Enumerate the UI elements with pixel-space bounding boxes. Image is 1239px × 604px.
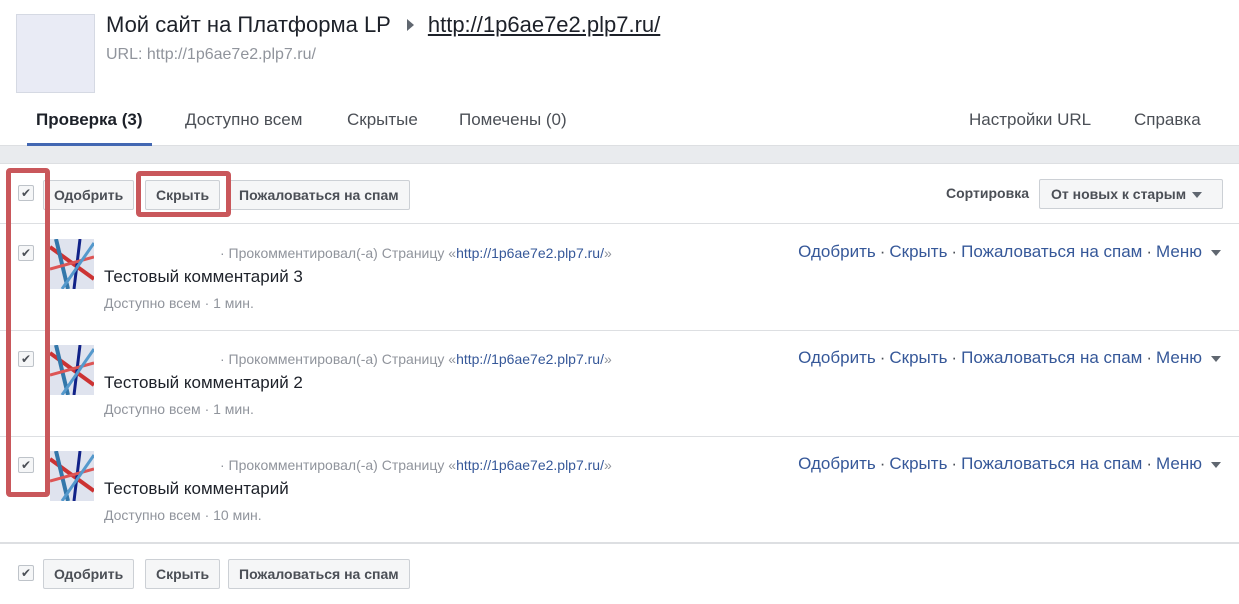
separator: · bbox=[879, 242, 886, 261]
comment-meta-prefix: · Прокомментировал(-а) Страницу « bbox=[220, 351, 457, 367]
comment-checkbox[interactable]: ✔ bbox=[18, 245, 34, 261]
comment-hide-link[interactable]: Скрыть bbox=[889, 454, 947, 473]
bottom-toolbar: ✔ Одобрить Скрыть Пожаловаться на спам bbox=[0, 543, 1239, 604]
commented-page-link[interactable]: http://1p6ae7e2.plp7.ru/ bbox=[456, 351, 604, 367]
separator: · bbox=[1146, 348, 1153, 367]
tab-review[interactable]: Проверка (3) bbox=[27, 100, 151, 146]
avatar bbox=[50, 345, 94, 395]
separator: · bbox=[1146, 242, 1153, 261]
commented-page-link[interactable]: http://1p6ae7e2.plp7.ru/ bbox=[456, 457, 604, 473]
comment-checkbox[interactable]: ✔ bbox=[18, 457, 34, 473]
report-spam-button[interactable]: Пожаловаться на спам bbox=[228, 180, 410, 210]
tab-help[interactable]: Справка bbox=[1134, 100, 1201, 146]
comment-actions: Одобрить · Скрыть · Пожаловаться на спам · Мен… bbox=[798, 454, 1221, 474]
tab-url-settings[interactable]: Настройки URL bbox=[969, 100, 1091, 146]
comment-approve-link[interactable]: Одобрить bbox=[798, 348, 876, 367]
comment-meta-prefix: · Прокомментировал(-а) Страницу « bbox=[220, 457, 457, 473]
select-all-checkbox[interactable]: ✔ bbox=[18, 185, 34, 201]
site-link[interactable]: http://1p6ae7e2.plp7.ru/ bbox=[428, 12, 660, 38]
avatar bbox=[50, 451, 94, 501]
comment-meta-suffix: » bbox=[603, 245, 612, 261]
site-thumbnail bbox=[16, 14, 95, 93]
separator: · bbox=[879, 348, 886, 367]
comment-approve-link[interactable]: Одобрить bbox=[798, 242, 876, 261]
comment-row: ✔ · Прокомментировал(-а) Страницу «http:… bbox=[0, 331, 1239, 437]
comment-status: Доступно всем · 1 мин. bbox=[104, 401, 254, 417]
avatar bbox=[50, 239, 94, 289]
comment-spam-link[interactable]: Пожаловаться на спам bbox=[961, 348, 1142, 367]
chevron-down-icon[interactable] bbox=[1211, 355, 1221, 362]
comment-meta-suffix: » bbox=[603, 351, 612, 367]
comment-spam-link[interactable]: Пожаловаться на спам bbox=[961, 242, 1142, 261]
site-title: Мой сайт на Платформа LP http://1p6ae7e2… bbox=[106, 12, 660, 38]
comment-meta-prefix: · Прокомментировал(-а) Страницу « bbox=[220, 245, 457, 261]
comment-status: Доступно всем · 1 мин. bbox=[104, 295, 254, 311]
separator: · bbox=[951, 348, 958, 367]
comment-checkbox[interactable]: ✔ bbox=[18, 351, 34, 367]
comment-text: Тестовый комментарий 2 bbox=[104, 373, 303, 392]
page-header: Мой сайт на Платформа LP http://1p6ae7e2… bbox=[0, 0, 1239, 146]
report-spam-button-bottom[interactable]: Пожаловаться на спам bbox=[228, 559, 410, 589]
comment-row: ✔ · Прокомментировал(-а) Страницу «http:… bbox=[0, 225, 1239, 331]
chevron-down-icon bbox=[1192, 192, 1203, 199]
tab-bar: Проверка (3) Доступно всем Скрытые Помеч… bbox=[0, 100, 1239, 146]
separator: · bbox=[951, 454, 958, 473]
comment-status: Доступно всем · 10 мин. bbox=[104, 507, 262, 523]
separator: · bbox=[951, 242, 958, 261]
comment-actions: Одобрить · Скрыть · Пожаловаться на спам · Мен… bbox=[798, 242, 1221, 262]
comment-menu-link[interactable]: Меню bbox=[1156, 242, 1202, 261]
comment-menu-link[interactable]: Меню bbox=[1156, 348, 1202, 367]
comment-menu-link[interactable]: Меню bbox=[1156, 454, 1202, 473]
breadcrumb-arrow-icon bbox=[406, 19, 414, 31]
chevron-down-icon[interactable] bbox=[1211, 461, 1221, 468]
sort-dropdown[interactable]: От новых к старым bbox=[1039, 179, 1223, 209]
site-url: URL: http://1p6ae7e2.plp7.ru/ bbox=[106, 46, 316, 63]
tab-hidden[interactable]: Скрытые bbox=[347, 100, 418, 146]
chevron-down-icon[interactable] bbox=[1211, 249, 1221, 256]
comment-hide-link[interactable]: Скрыть bbox=[889, 348, 947, 367]
separator: · bbox=[1146, 454, 1153, 473]
comment-meta: · Прокомментировал(-а) Страницу «http://… bbox=[220, 457, 612, 473]
comment-approve-link[interactable]: Одобрить bbox=[798, 454, 876, 473]
tab-public[interactable]: Доступно всем bbox=[185, 100, 302, 146]
comment-text: Тестовый комментарий bbox=[104, 479, 289, 498]
comment-hide-link[interactable]: Скрыть bbox=[889, 242, 947, 261]
comment-spam-link[interactable]: Пожаловаться на спам bbox=[961, 454, 1142, 473]
hide-button[interactable]: Скрыть bbox=[145, 180, 221, 210]
sort-label: Сортировка bbox=[946, 185, 1029, 201]
separator: · bbox=[879, 454, 886, 473]
comment-meta: · Прокомментировал(-а) Страницу «http://… bbox=[220, 351, 612, 367]
approve-button-bottom[interactable]: Одобрить bbox=[43, 559, 135, 589]
comment-meta-suffix: » bbox=[603, 457, 612, 473]
select-all-checkbox-bottom[interactable]: ✔ bbox=[18, 565, 34, 581]
site-name: Мой сайт на Платформа LP bbox=[106, 12, 391, 37]
tab-flagged[interactable]: Помечены (0) bbox=[459, 100, 567, 146]
commented-page-link[interactable]: http://1p6ae7e2.plp7.ru/ bbox=[456, 245, 604, 261]
comment-text: Тестовый комментарий 3 bbox=[104, 267, 303, 286]
comment-meta: · Прокомментировал(-а) Страницу «http://… bbox=[220, 245, 612, 261]
moderation-panel: ✔ Одобрить Скрыть Пожаловаться на спам С… bbox=[0, 163, 1239, 604]
hide-button-bottom[interactable]: Скрыть bbox=[145, 559, 221, 589]
approve-button[interactable]: Одобрить bbox=[43, 180, 135, 210]
comment-actions: Одобрить · Скрыть · Пожаловаться на спам · Мен… bbox=[798, 348, 1221, 368]
sort-value: От новых к старым bbox=[1051, 186, 1187, 202]
comment-row: ✔ · Прокомментировал(-а) Страницу «http:… bbox=[0, 437, 1239, 543]
top-toolbar: ✔ Одобрить Скрыть Пожаловаться на спам С… bbox=[0, 164, 1239, 224]
